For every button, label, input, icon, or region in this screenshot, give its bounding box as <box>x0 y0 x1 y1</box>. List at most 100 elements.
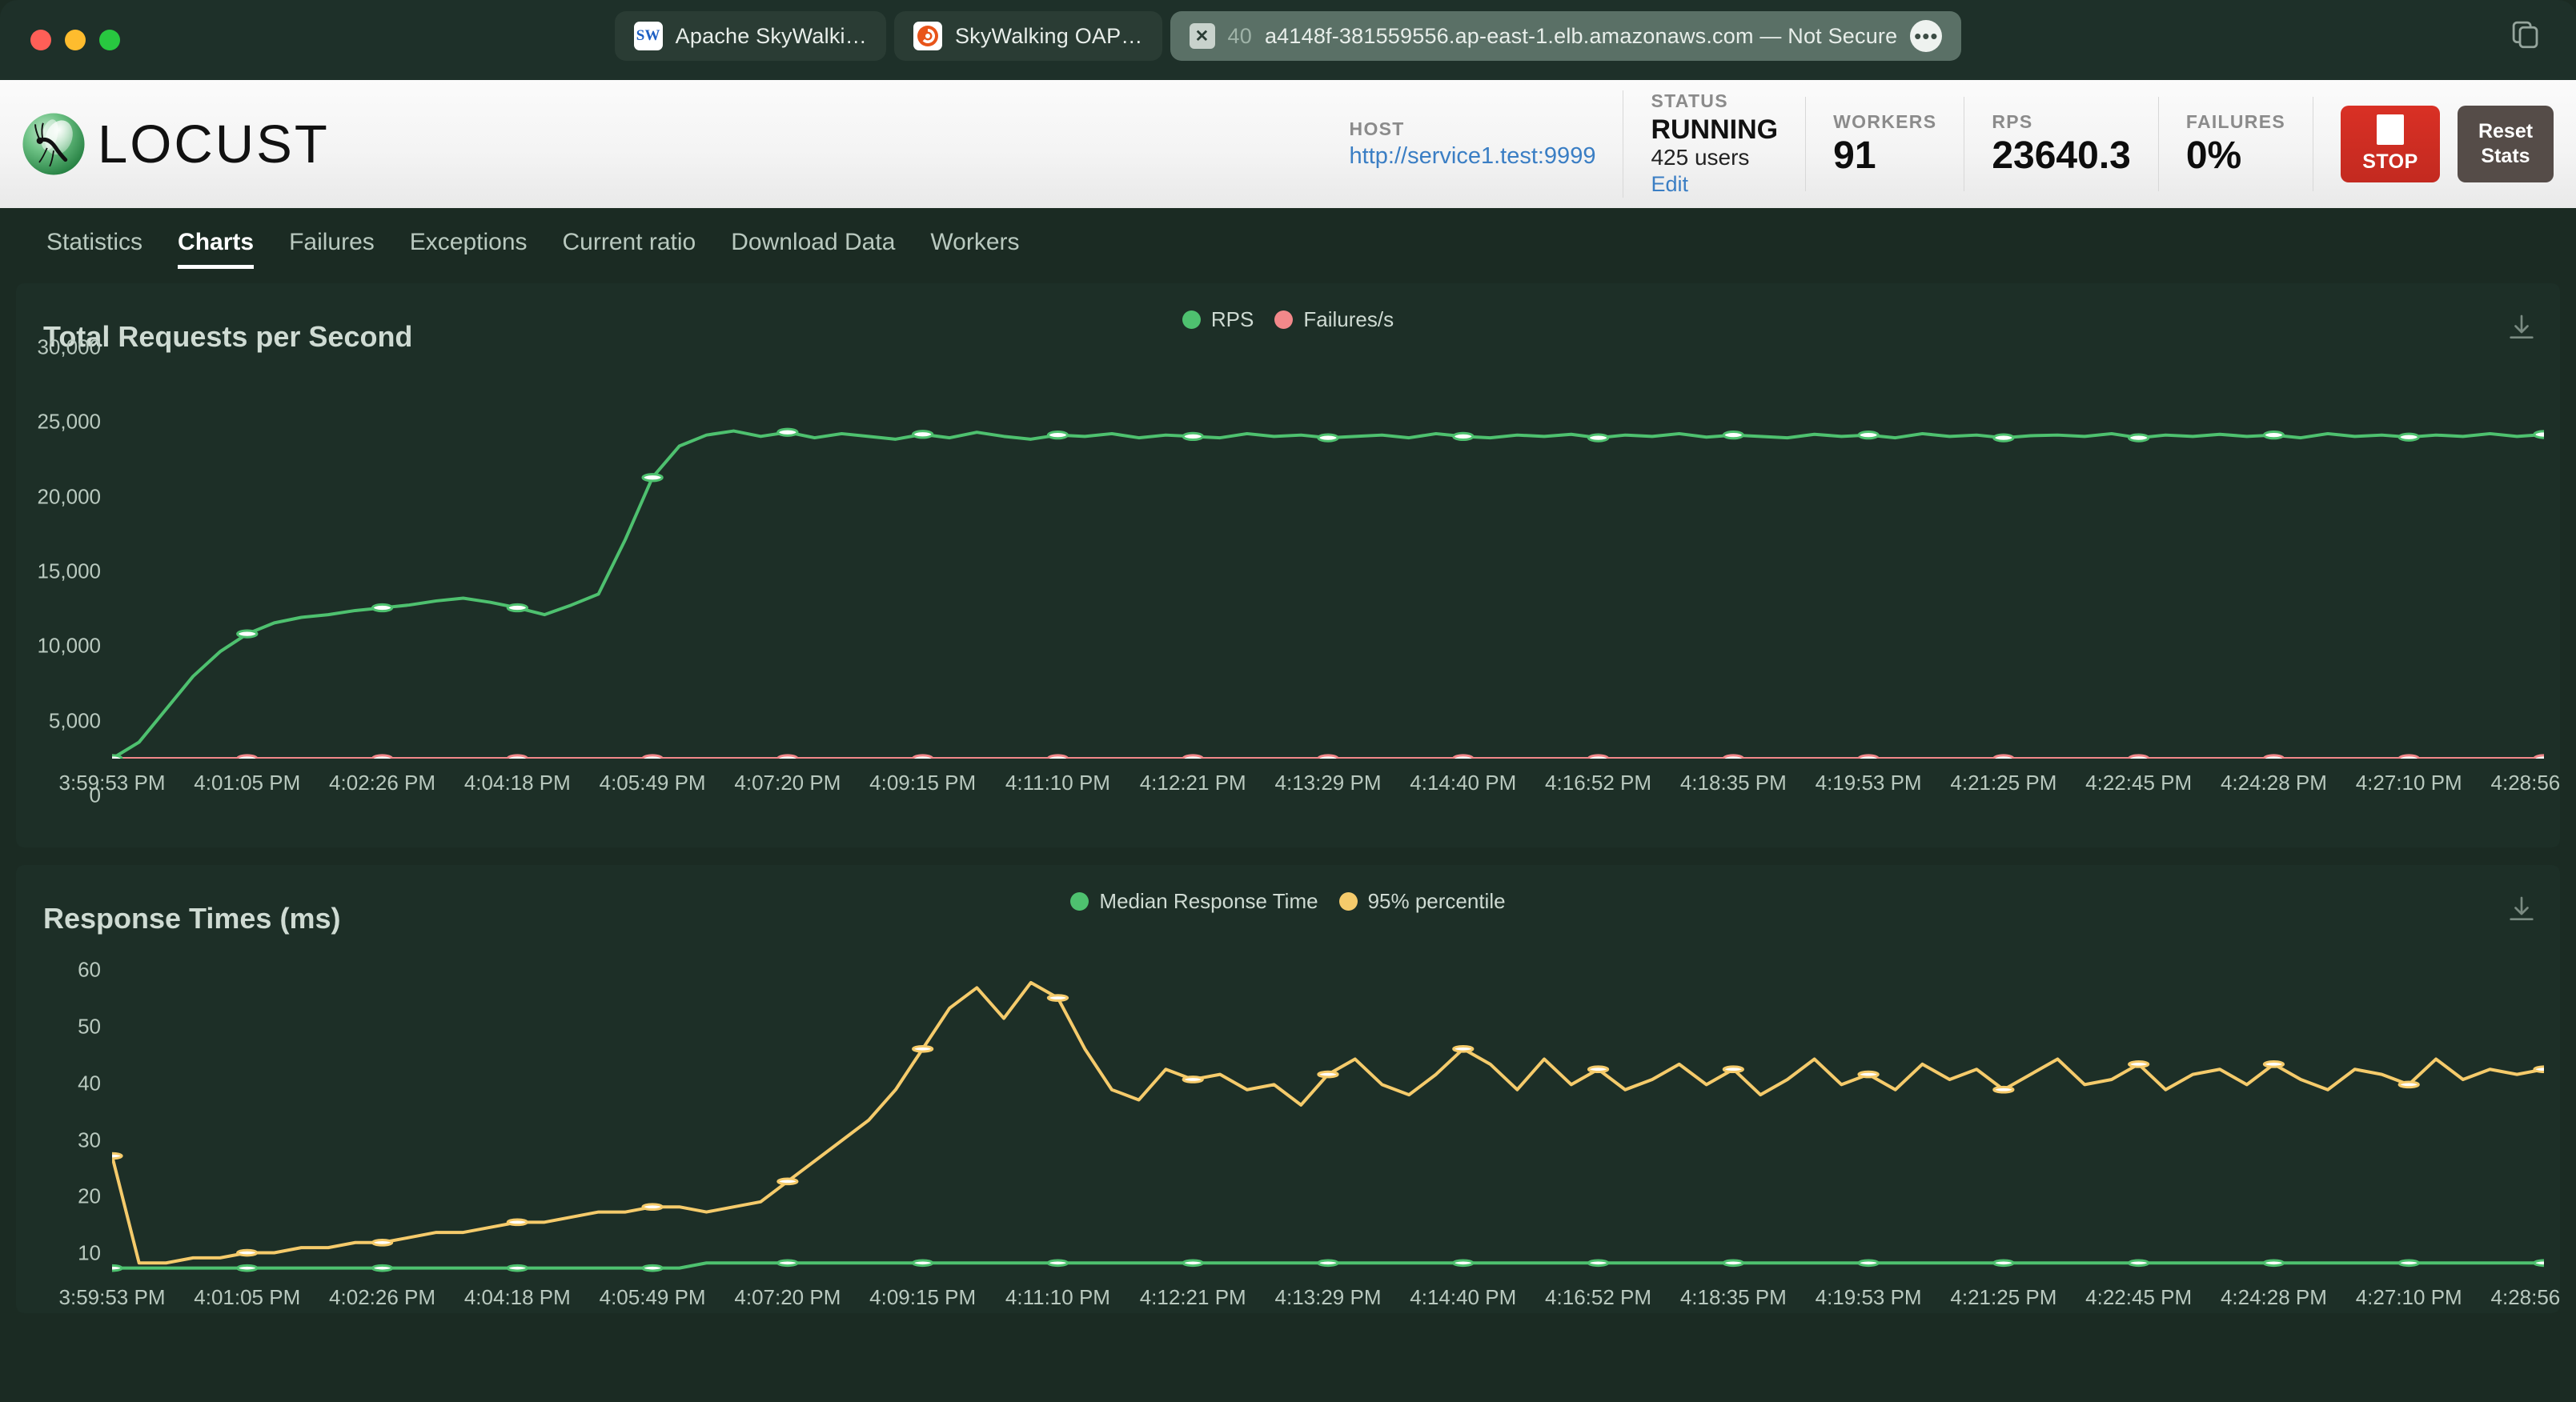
status-user-count: 425 users <box>1651 144 1750 170</box>
legend-item-rps[interactable]: RPS <box>1182 307 1254 332</box>
tab-more-icon[interactable]: ••• <box>1910 20 1943 52</box>
data-point-marker <box>778 429 797 435</box>
data-point-marker <box>2129 1260 2149 1266</box>
x-tick-label: 4:24:28 PM <box>2220 1285 2327 1309</box>
x-tick-label: 4:13:29 PM <box>1274 1285 1382 1309</box>
host-label: HOST <box>1349 118 1405 139</box>
x-tick-label: 4:09:15 PM <box>869 771 977 795</box>
legend-item-p95[interactable]: 95% percentile <box>1338 889 1506 914</box>
header-actions: STOP Reset Stats <box>2313 97 2554 191</box>
data-point-marker <box>1454 433 1473 439</box>
tab-download-data[interactable]: Download Data <box>713 229 913 269</box>
reset-label-line2: Stats <box>2481 145 2530 167</box>
tab-label: a4148f-381559556.ap-east-1.elb.amazonaws… <box>1264 23 1898 48</box>
x-tick-label: 4:19:53 PM <box>1815 771 1922 795</box>
tab-exceptions[interactable]: Exceptions <box>392 229 545 269</box>
chart-title: Response Times (ms) <box>43 902 341 935</box>
status-label: STATUS <box>1651 90 1728 111</box>
y-tick-label: 30 <box>78 1128 101 1152</box>
failures-value: 0% <box>2185 134 2242 178</box>
x-tick-label: 4:04:18 PM <box>463 771 571 795</box>
data-point-marker <box>1723 1067 1743 1072</box>
data-point-marker <box>913 1046 933 1052</box>
data-point-marker <box>1318 1260 1338 1266</box>
data-point-marker <box>1454 1260 1473 1266</box>
skywalking-icon: SW <box>633 22 663 50</box>
data-point-marker <box>2399 1082 2418 1088</box>
legend-item-failures[interactable]: Failures/s <box>1274 307 1394 332</box>
x-axis-response-times: 3:59:53 PM 4:01:05 PM 4:02:26 PM 4:04:18 PM… <box>59 1273 2560 1310</box>
data-point-marker <box>1588 1260 1607 1266</box>
tab-current-ratio[interactable]: Current ratio <box>545 229 714 269</box>
download-icon[interactable] <box>2506 312 2538 344</box>
download-icon[interactable] <box>2506 894 2538 926</box>
data-point-marker <box>508 1220 527 1225</box>
data-point-marker <box>1318 435 1338 441</box>
data-point-marker <box>112 1153 122 1159</box>
legend-label: RPS <box>1210 307 1254 331</box>
data-point-marker <box>238 1250 257 1256</box>
data-point-marker <box>2264 432 2283 439</box>
locust-logo[interactable]: LOCUST <box>21 111 330 177</box>
data-point-marker <box>1183 433 1202 439</box>
x-tick-label: 4:07:20 PM <box>734 1285 841 1309</box>
rps-value: 23640.3 <box>1992 134 2131 178</box>
legend-item-median[interactable]: Median Response Time <box>1070 889 1318 914</box>
series-line-95-percentile <box>112 983 2544 1263</box>
legend-dot-failures <box>1274 310 1294 329</box>
x-tick-label: 4:11:10 PM <box>1005 1285 1110 1309</box>
data-point-marker <box>1454 1046 1473 1052</box>
data-point-marker <box>1723 1260 1743 1266</box>
x-tick-label: 4:16:52 PM <box>1545 1285 1652 1309</box>
data-point-marker <box>1588 435 1607 441</box>
reset-stats-button[interactable]: Reset Stats <box>2458 106 2554 182</box>
data-point-marker <box>2534 1067 2544 1072</box>
tab-failures[interactable]: Failures <box>271 229 392 269</box>
stop-button[interactable]: STOP <box>2341 106 2440 182</box>
data-point-marker <box>1048 1260 1067 1266</box>
y-tick-label: 5,000 <box>48 708 101 733</box>
y-tick-label: 30,000 <box>37 334 101 359</box>
charts-container: Total Requests per Second RPS Failures/s… <box>0 269 2576 1313</box>
tab-charts[interactable]: Charts <box>160 229 271 269</box>
browser-chrome: SW Apache SkyWalki… SkyWalking OAP… ✕ 40… <box>0 0 2576 80</box>
x-tick-label: 4:28:56 PM <box>2490 771 2560 795</box>
tab-label: Download Data <box>731 229 896 255</box>
data-point-marker <box>913 1260 933 1266</box>
data-point-marker <box>508 604 527 611</box>
tab-overview-button[interactable] <box>2509 18 2542 55</box>
data-point-marker <box>2129 435 2149 441</box>
status-value: RUNNING <box>1651 114 1779 145</box>
brand-name: LOCUST <box>98 114 330 174</box>
data-point-marker <box>1994 435 2013 441</box>
x-tick-label: 4:28:56 PM <box>2490 1285 2560 1309</box>
tab-label: Failures <box>289 229 375 255</box>
stat-status: STATUS RUNNING 425 users Edit <box>1623 90 1805 198</box>
data-point-marker <box>643 475 662 481</box>
x-tick-label: 4:24:28 PM <box>2220 771 2327 795</box>
x-tick-label: 4:02:26 PM <box>329 771 436 795</box>
not-secure-icon: ✕ <box>1189 23 1215 49</box>
data-point-marker <box>1859 1072 1878 1077</box>
data-point-marker <box>1994 1260 2013 1266</box>
tab-label: Exceptions <box>409 229 528 255</box>
browser-tab-apache-skywalking[interactable]: SW Apache SkyWalki… <box>614 11 886 61</box>
x-tick-label: 4:19:53 PM <box>1815 1285 1922 1309</box>
tab-statistics[interactable]: Statistics <box>29 229 160 269</box>
legend-label: Failures/s <box>1303 307 1394 331</box>
data-point-marker <box>2264 1260 2283 1266</box>
data-point-marker <box>2399 434 2418 440</box>
tab-workers[interactable]: Workers <box>913 229 1037 269</box>
x-tick-label: 4:14:40 PM <box>1410 1285 1517 1309</box>
data-point-marker <box>778 1179 797 1184</box>
stat-failures: FAILURES 0% <box>2157 97 2313 191</box>
edit-users-link[interactable]: Edit <box>1651 171 1778 198</box>
x-axis-rps: 3:59:53 PM 4:01:05 PM 4:02:26 PM 4:04:18 PM… <box>59 759 2560 795</box>
host-link[interactable]: http://service1.test:9999 <box>1350 143 1596 170</box>
browser-tab-active-locust[interactable]: ✕ 40 a4148f-381559556.ap-east-1.elb.amaz… <box>1170 11 1962 61</box>
data-point-marker <box>643 1204 662 1210</box>
chart-legend: Median Response Time 95% percentile <box>16 889 2560 914</box>
browser-tab-skywalking-oap[interactable]: SkyWalking OAP… <box>893 11 1162 61</box>
data-point-marker <box>1318 1072 1338 1077</box>
series-area-rps <box>112 347 2544 759</box>
